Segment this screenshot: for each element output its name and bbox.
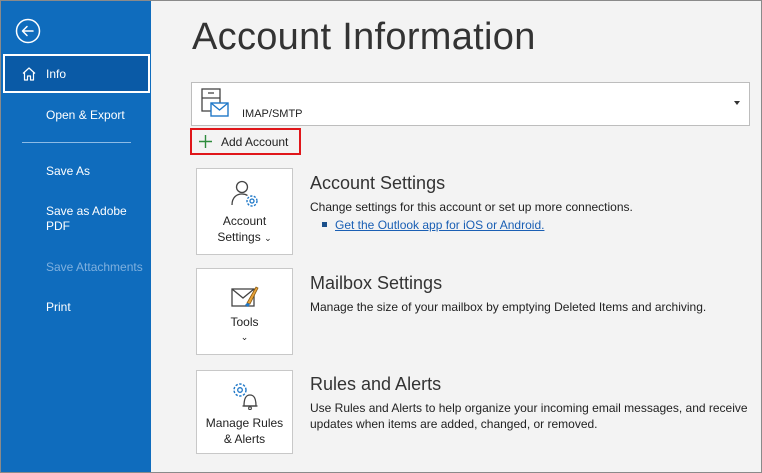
tools-button[interactable]: Tools ⌄ (196, 268, 293, 355)
plus-icon (199, 135, 212, 148)
tile-label-line2: Settings ⌄ (197, 230, 292, 246)
account-settings-button[interactable]: Account Settings ⌄ (196, 168, 293, 255)
account-mailbox-icon (201, 88, 229, 117)
backstage-sidebar: Info Open & Export Save As Save as Adobe… (0, 0, 151, 473)
account-settings-title: Account Settings (310, 173, 446, 193)
add-account-label: Add Account (221, 134, 289, 149)
add-account-button[interactable]: Add Account (190, 128, 301, 155)
page-title: Account Information (192, 16, 536, 58)
mailbox-settings-title: Mailbox Settings (310, 273, 443, 293)
home-icon (22, 66, 36, 81)
account-settings-icon (231, 180, 258, 207)
sidebar-divider (22, 142, 131, 143)
sidebar-item-save-attachments: Save Attachments (46, 260, 143, 274)
sidebar-item-label: Info (46, 66, 67, 81)
outlook-app-link[interactable]: Get the Outlook app for iOS or Android. (335, 218, 544, 232)
tile-label-text: Settings (217, 230, 261, 244)
sidebar-item-save-as[interactable]: Save As (46, 164, 90, 179)
sidebar-item-info[interactable]: Info (3, 54, 150, 93)
manage-rules-alerts-button[interactable]: Manage Rules & Alerts (196, 370, 293, 454)
chevron-down-icon (734, 101, 740, 105)
chevron-down-icon: ⌄ (240, 332, 249, 342)
tile-label-line1: Tools (230, 315, 259, 329)
account-settings-description: Change settings for this account or set … (310, 200, 633, 214)
account-name: IMAP/SMTP (242, 108, 303, 120)
back-arrow-icon (15, 18, 41, 44)
rules-alerts-description: Use Rules and Alerts to help organize yo… (310, 401, 748, 431)
chevron-down-icon: ⌄ (264, 233, 272, 243)
tile-label-line2: & Alerts (223, 432, 266, 446)
rules-alerts-title: Rules and Alerts (310, 374, 442, 394)
tile-label-line1: Manage Rules (205, 416, 284, 430)
sidebar-item-save-as-adobe-pdf[interactable]: Save as Adobe PDF (46, 204, 136, 234)
tools-icon (231, 286, 259, 307)
sidebar-item-open-export[interactable]: Open & Export (46, 108, 125, 123)
bullet-icon (322, 222, 327, 227)
mailbox-settings-description: Manage the size of your mailbox by empty… (310, 300, 707, 314)
sidebar-item-print[interactable]: Print (46, 300, 71, 315)
account-selector-dropdown[interactable]: IMAP/SMTP (191, 82, 750, 126)
back-button[interactable] (14, 17, 42, 45)
rules-alerts-icon (233, 383, 258, 410)
tile-label-line1: Account (222, 214, 267, 228)
